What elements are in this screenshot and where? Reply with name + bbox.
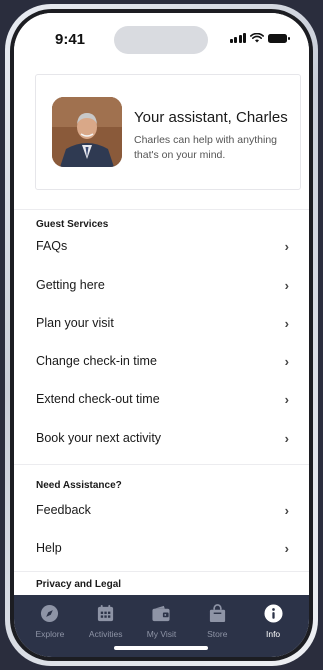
chevron-right-icon: › [284, 277, 289, 293]
tab-explore[interactable]: Explore [22, 603, 78, 657]
divider [14, 571, 309, 572]
chevron-right-icon: › [284, 430, 289, 446]
battery-icon [268, 33, 290, 43]
tab-label: Info [265, 629, 281, 639]
menu-item-label: Getting here [36, 278, 105, 292]
info-icon [263, 603, 283, 623]
menu-item-help[interactable]: Help › [14, 529, 309, 567]
menu-item-label: Change check-in time [36, 354, 157, 368]
status-icons [229, 33, 290, 43]
assistant-card[interactable]: Your assistant, Charles Charles can help… [35, 74, 301, 190]
chevron-right-icon: › [284, 238, 289, 254]
menu-item-change-check-in-time[interactable]: Change check-in time › [14, 342, 309, 380]
chevron-right-icon: › [284, 540, 289, 556]
tab-label: Activities [88, 629, 123, 639]
app-screen: 9:41 Your assistant, Charles Charles can… [14, 13, 309, 657]
assistant-title: Your assistant, Charles [134, 109, 288, 126]
chevron-right-icon: › [284, 502, 289, 518]
tab-label: Explore [35, 629, 65, 639]
dynamic-island [114, 26, 208, 54]
menu-item-label: FAQs [36, 239, 68, 253]
menu-item-book-next-activity[interactable]: Book your next activity › [14, 419, 309, 457]
status-bar: 9:41 [14, 13, 309, 69]
tab-info[interactable]: Info [245, 603, 301, 657]
menu-item-label: Feedback [36, 503, 91, 517]
assistant-subtitle: Charles can help with anything that's on… [134, 134, 278, 161]
calendar-icon [96, 603, 116, 623]
menu-item-label: Book your next activity [36, 431, 162, 445]
chevron-right-icon: › [284, 353, 289, 369]
menu-item-label: Plan your visit [36, 316, 114, 330]
menu-item-feedback[interactable]: Feedback › [14, 491, 309, 529]
home-indicator [114, 646, 208, 650]
status-time: 9:41 [55, 31, 86, 48]
menu-item-plan-your-visit[interactable]: Plan your visit › [14, 304, 309, 342]
chevron-right-icon: › [284, 391, 289, 407]
menu-item-getting-here[interactable]: Getting here › [14, 266, 309, 304]
wifi-icon [250, 33, 264, 43]
signal-icon [229, 33, 246, 43]
divider [14, 464, 309, 465]
divider [14, 209, 309, 210]
compass-icon [40, 603, 60, 623]
privacy-legal-heading: Privacy and Legal [36, 579, 122, 590]
menu-item-extend-check-out-time[interactable]: Extend check-out time › [14, 380, 309, 418]
menu-item-faqs[interactable]: FAQs › [14, 227, 309, 265]
tab-label: Store [207, 629, 228, 639]
assistant-avatar [52, 97, 122, 167]
need-assistance-heading: Need Assistance? [36, 480, 122, 491]
wallet-icon [151, 603, 171, 623]
menu-item-label: Extend check-out time [36, 392, 160, 406]
tab-label: My Visit [146, 629, 177, 639]
phone-frame: 9:41 Your assistant, Charles Charles can… [5, 4, 318, 666]
menu-item-label: Help [36, 541, 62, 555]
shopping-bag-icon [207, 603, 227, 623]
chevron-right-icon: › [284, 315, 289, 331]
phone-bezel: 9:41 Your assistant, Charles Charles can… [10, 9, 313, 661]
